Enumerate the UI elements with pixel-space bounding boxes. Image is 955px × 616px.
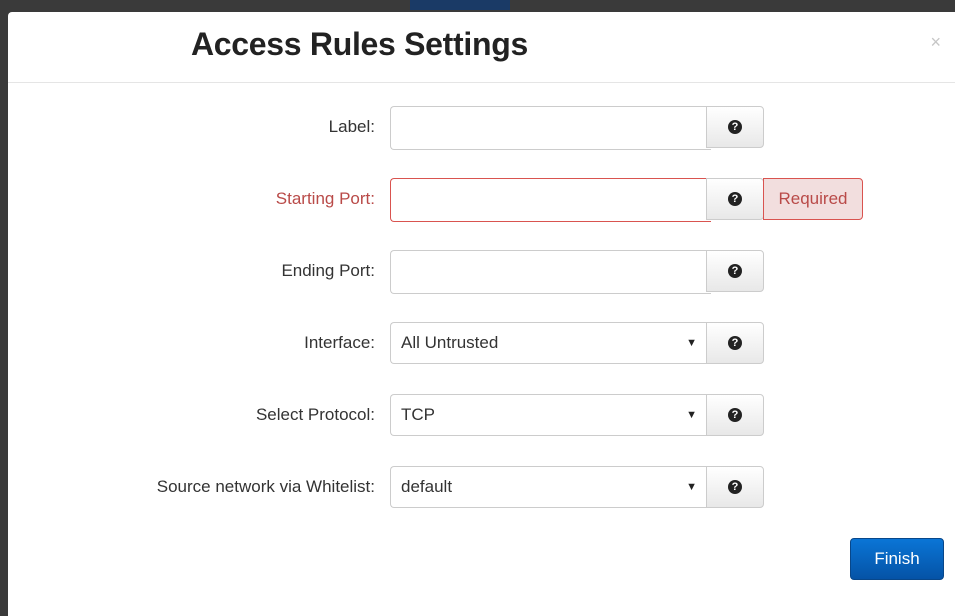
protocol-select[interactable]: TCP ▼ [390,394,707,436]
chevron-down-icon: ▼ [686,409,697,421]
required-validation-badge: Required [763,178,863,220]
modal-header: Access Rules Settings × [8,12,955,83]
access-rules-modal: Access Rules Settings × Label: ? Startin… [8,12,955,616]
starting-port-help-button[interactable]: ? [706,178,764,220]
whitelist-select[interactable]: default ▼ [390,466,707,508]
question-circle-icon: ? [728,120,742,134]
ending-port-field-label: Ending Port: [281,261,375,280]
finish-button[interactable]: Finish [850,538,944,580]
interface-select[interactable]: All Untrusted ▼ [390,322,707,364]
interface-row: Interface: All Untrusted ▼ ? [8,322,955,364]
interface-help-button[interactable]: ? [706,322,764,364]
starting-port-input[interactable] [390,178,711,222]
ending-port-row: Ending Port: ? [8,250,955,294]
label-row: Label: ? [8,106,955,150]
question-circle-icon: ? [728,192,742,206]
ending-port-help-button[interactable]: ? [706,250,764,292]
whitelist-field-label: Source network via Whitelist: [156,477,375,496]
chevron-down-icon: ▼ [686,337,697,349]
label-field-label: Label: [328,117,375,136]
question-circle-icon: ? [728,336,742,350]
protocol-field-label: Select Protocol: [255,405,375,424]
whitelist-row: Source network via Whitelist: default ▼ … [8,466,955,508]
close-icon[interactable]: × [930,32,941,52]
label-input[interactable] [390,106,711,150]
question-circle-icon: ? [728,264,742,278]
starting-port-field-label: Starting Port: [275,189,375,208]
protocol-help-button[interactable]: ? [706,394,764,436]
chevron-down-icon: ▼ [686,481,697,493]
label-help-button[interactable]: ? [706,106,764,148]
protocol-selected-value: TCP [401,405,435,424]
background-header-accent [410,0,510,10]
question-circle-icon: ? [728,408,742,422]
modal-title: Access Rules Settings [191,26,528,62]
whitelist-help-button[interactable]: ? [706,466,764,508]
interface-selected-value: All Untrusted [401,333,499,352]
protocol-row: Select Protocol: TCP ▼ ? [8,394,955,436]
question-circle-icon: ? [728,480,742,494]
whitelist-selected-value: default [401,477,453,496]
ending-port-input[interactable] [390,250,711,294]
starting-port-row: Starting Port: ? Required [8,178,955,222]
interface-field-label: Interface: [304,333,375,352]
